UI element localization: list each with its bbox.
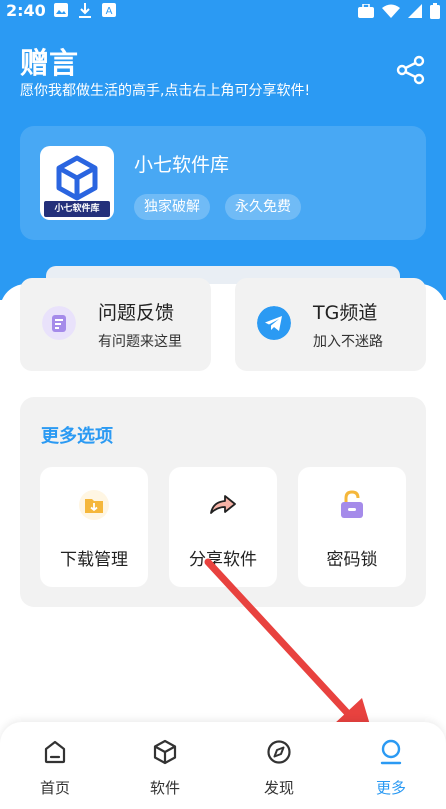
image-notification-icon: [54, 3, 68, 17]
page-title: 赠言: [20, 46, 79, 80]
folder-download-icon: [79, 490, 109, 520]
tab-more[interactable]: 更多: [336, 722, 446, 809]
status-time: 2:40: [6, 1, 46, 20]
tab-discover[interactable]: 发现: [224, 722, 334, 809]
share-software-label: 分享软件: [189, 550, 257, 570]
tab-software[interactable]: 软件: [110, 722, 220, 809]
cube-icon: [153, 739, 177, 765]
status-bar: 2:40 A: [0, 0, 446, 24]
share-software-button[interactable]: 分享软件: [169, 467, 277, 587]
signal-icon: [408, 4, 422, 18]
more-options-panel: 更多选项 下载管理 分享软件 密码锁: [20, 397, 426, 607]
feedback-icon: [42, 306, 76, 340]
tab-software-label: 软件: [149, 779, 180, 797]
cube-logo-icon: [56, 155, 98, 201]
home-icon: [44, 740, 66, 764]
tab-discover-label: 发现: [263, 779, 294, 797]
tg-channel-title: TG频道: [313, 302, 378, 324]
feedback-subtitle: 有问题来这里: [98, 334, 182, 350]
battery-icon: [430, 3, 440, 19]
bottom-tab-bar: 首页 软件 发现 更多: [0, 722, 446, 809]
more-options-title: 更多选项: [41, 426, 113, 447]
lock-icon: [341, 490, 363, 518]
telegram-icon: [257, 306, 291, 340]
download-notification-icon: [79, 3, 91, 18]
page-subtitle: 愿你我都做生活的高手,点击右上角可分享软件!: [20, 83, 311, 99]
tab-home-label: 首页: [39, 779, 70, 797]
download-manager-label: 下载管理: [60, 550, 128, 570]
share-icon[interactable]: [395, 54, 427, 86]
tag-free: 永久免费: [225, 194, 301, 220]
share-arrow-icon: [210, 495, 236, 514]
tag-exclusive: 独家破解: [134, 194, 210, 220]
compass-icon: [267, 740, 291, 764]
feedback-card[interactable]: 问题反馈 有问题来这里: [20, 278, 211, 371]
download-manager-button[interactable]: 下载管理: [40, 467, 148, 587]
tab-more-label: 更多: [375, 779, 406, 797]
wifi-icon: [382, 4, 400, 18]
tg-channel-card[interactable]: TG频道 加入不迷路: [235, 278, 426, 371]
user-icon: [380, 739, 402, 765]
tab-home[interactable]: 首页: [0, 722, 110, 809]
password-lock-label: 密码锁: [326, 550, 378, 570]
work-profile-icon: [358, 4, 374, 18]
feedback-title: 问题反馈: [98, 302, 175, 324]
app-notification-icon: A: [102, 3, 116, 17]
password-lock-button[interactable]: 密码锁: [298, 467, 406, 587]
svg-text:A: A: [106, 6, 113, 17]
app-name: 小七软件库: [134, 154, 230, 176]
app-info-card: 小七软件库 小七软件库 独家破解 永久免费: [20, 126, 426, 240]
app-logo-label: 小七软件库: [44, 201, 110, 217]
tg-channel-subtitle: 加入不迷路: [313, 334, 383, 350]
app-logo: 小七软件库: [40, 146, 114, 220]
